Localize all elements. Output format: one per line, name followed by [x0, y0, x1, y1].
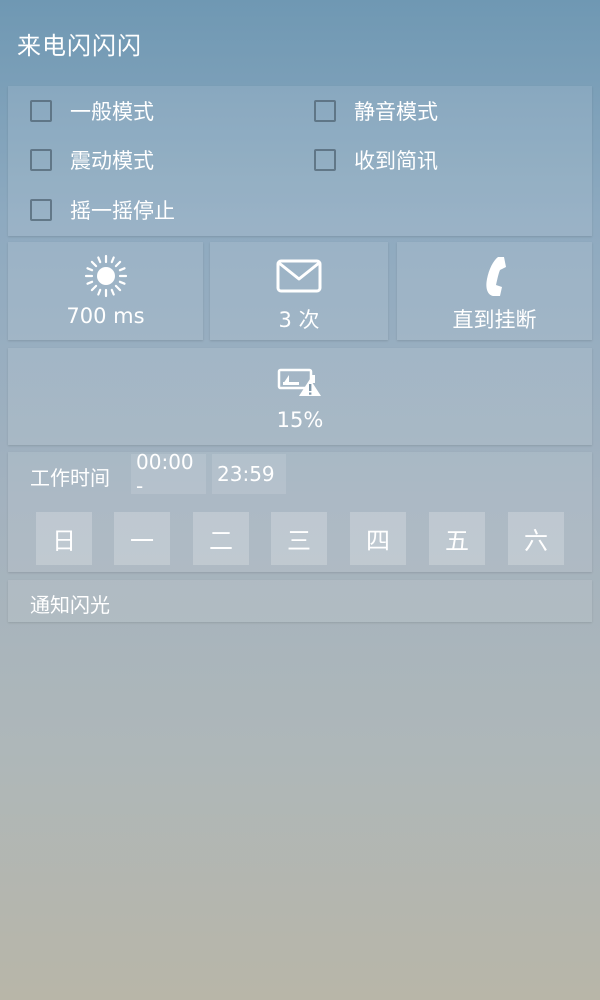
phone-icon — [478, 256, 512, 296]
low-battery-warning-icon — [277, 364, 323, 398]
battery-threshold-value: 15% — [276, 408, 324, 432]
day-tuesday[interactable]: 二 — [193, 512, 249, 565]
silent-mode-checkbox[interactable] — [314, 100, 336, 122]
normal-mode-checkbox[interactable] — [30, 100, 52, 122]
day-friday[interactable]: 五 — [429, 512, 485, 565]
vibrate-mode-label: 震动模式 — [70, 149, 154, 173]
worktime-start[interactable]: 00:00 - — [131, 450, 206, 498]
worktime-end[interactable]: 23:59 — [212, 454, 286, 494]
notify-flash-label: 通知闪光 — [30, 593, 110, 617]
flash-count-value: 3 次 — [278, 308, 320, 332]
day-thursday[interactable]: 四 — [350, 512, 406, 565]
flash-count-tile[interactable]: 3 次 — [210, 242, 388, 340]
shake-stop-checkbox[interactable] — [30, 199, 52, 221]
mode-shake-stop[interactable]: 摇一摇停止 — [30, 195, 175, 225]
battery-threshold-tile[interactable]: 15% — [8, 348, 592, 445]
notify-flash-row[interactable]: 通知闪光 — [8, 580, 592, 622]
sms-checkbox[interactable] — [314, 149, 336, 171]
call-until-value: 直到挂断 — [452, 308, 537, 332]
day-sunday[interactable]: 日 — [36, 512, 92, 565]
sms-label: 收到简讯 — [354, 149, 438, 173]
day-saturday[interactable]: 六 — [508, 512, 564, 565]
call-until-tile[interactable]: 直到挂断 — [397, 242, 592, 340]
modes-panel: 一般模式 静音模式 震动模式 收到简讯 摇一摇停止 — [8, 86, 592, 236]
day-wednesday[interactable]: 三 — [271, 512, 327, 565]
flash-duration-value: 700 ms — [66, 304, 145, 328]
normal-mode-label: 一般模式 — [70, 100, 154, 124]
envelope-icon — [276, 256, 322, 296]
worktime-label: 工作时间 — [30, 466, 110, 490]
sun-icon — [83, 254, 129, 298]
silent-mode-label: 静音模式 — [354, 100, 438, 124]
day-monday[interactable]: 一 — [114, 512, 170, 565]
mode-sms[interactable]: 收到简讯 — [314, 145, 438, 175]
mode-normal[interactable]: 一般模式 — [30, 96, 154, 126]
vibrate-mode-checkbox[interactable] — [30, 149, 52, 171]
flash-duration-tile[interactable]: 700 ms — [8, 242, 203, 340]
shake-stop-label: 摇一摇停止 — [70, 199, 175, 223]
mode-silent[interactable]: 静音模式 — [314, 96, 438, 126]
app-title: 来电闪闪闪 — [17, 32, 142, 60]
mode-vibrate[interactable]: 震动模式 — [30, 145, 154, 175]
